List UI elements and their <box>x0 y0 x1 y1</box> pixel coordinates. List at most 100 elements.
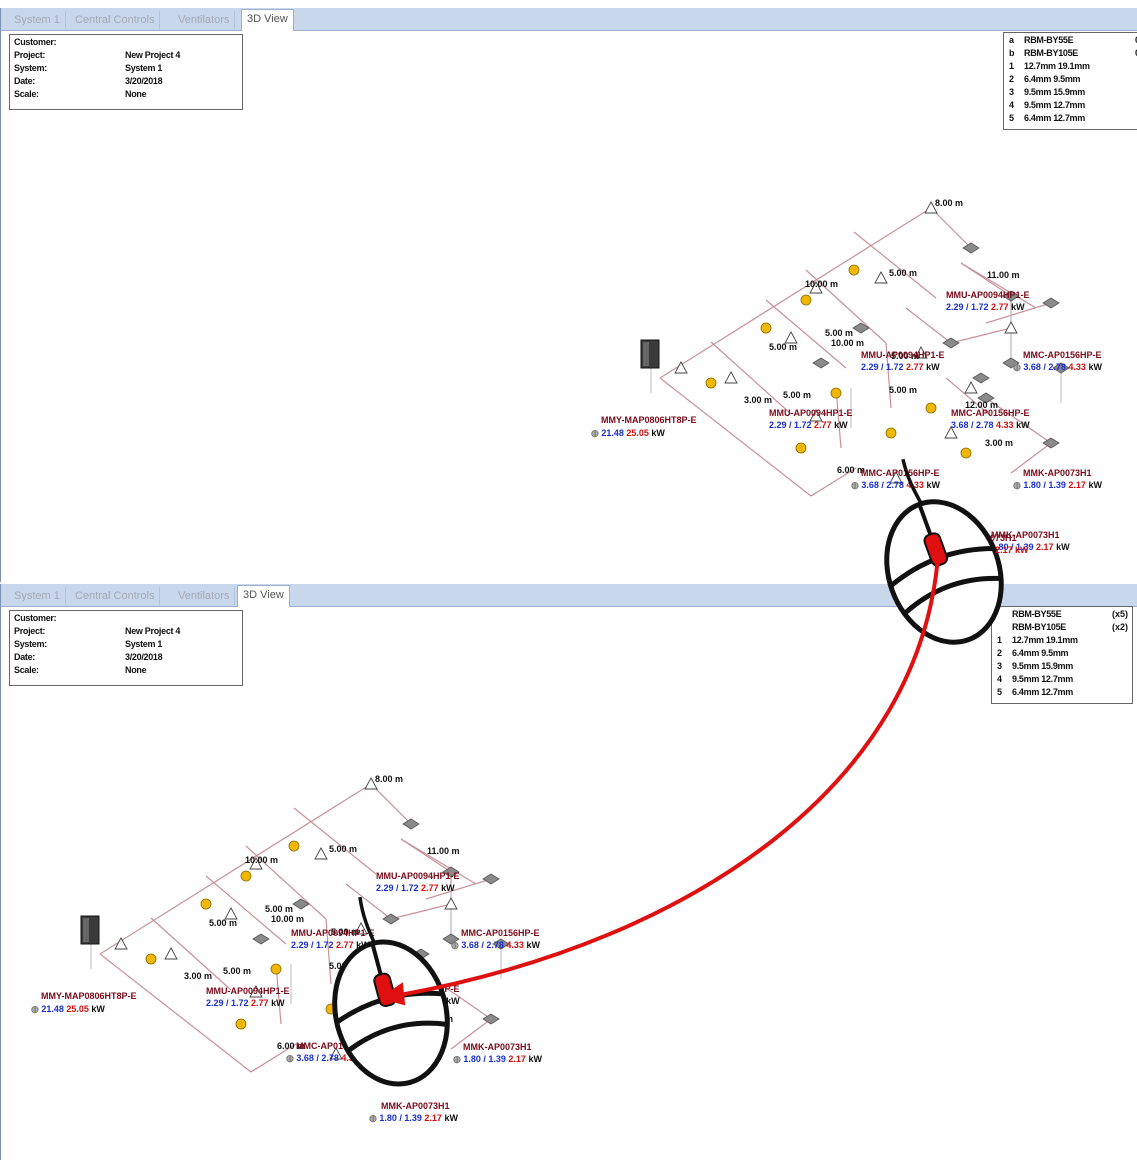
indoor-unit-icon <box>482 873 500 885</box>
indoor-unit-name: MMC-AP0156HP-E <box>1023 350 1102 360</box>
branch-joint-icon <box>365 978 377 990</box>
refrigerant-pipe <box>930 207 972 249</box>
distance-label: 3.00 m <box>744 395 772 405</box>
view-panel-bottom[interactable]: System 1 Central Controls Ventilators 3D… <box>0 584 1137 1160</box>
indoor-unit-icon <box>402 818 420 830</box>
distance-label: 5.00 m <box>265 904 293 914</box>
indoor-unit-icon <box>962 242 980 254</box>
distance-label: 10.00 m <box>245 855 278 865</box>
refrigerant-pipe <box>950 327 1012 344</box>
piping-diagram[interactable]: 8.00 m5.00 m10.00 m11.00 m5.00 m5.00 m 10… <box>1 8 1137 582</box>
piping-network: 8.00 m5.00 m10.00 m11.00 m5.00 m5.00 m 10… <box>591 198 1102 552</box>
branch-joint-icon <box>800 294 812 306</box>
warning-triangle-icon <box>164 947 178 960</box>
distance-label: 5.00 m <box>223 966 251 976</box>
indoor-unit-name: MMC-AP0156HP-E <box>861 468 940 478</box>
warning-triangle-icon <box>874 271 888 284</box>
indoor-unit-name: MMC-AP0156HP-E <box>381 984 460 994</box>
indoor-unit-values: 2.29 / 1.72 2.77 kW <box>291 940 370 950</box>
indoor-unit-values: 2.29 / 1.72 2.77 kW <box>861 362 940 372</box>
indoor-unit-values: 1.80 / 1.39 2.17 kW <box>991 542 1070 552</box>
distance-label: 5.00 m <box>889 385 917 395</box>
branch-joint-icon <box>145 953 157 965</box>
view-panel-top[interactable]: System 1 Central Controls Ventilators 3D… <box>0 8 1137 582</box>
indoor-unit-name: MMK-AP0073H1 <box>463 1042 532 1052</box>
branch-joint-icon <box>848 264 860 276</box>
indoor-unit-name: MMU-AP0094HP1-E <box>861 350 945 360</box>
indoor-unit-icon <box>972 372 990 384</box>
branch-joint-icon <box>200 898 212 910</box>
indoor-unit-icon <box>382 913 400 925</box>
indoor-unit-name: MMK-AP0073H1 <box>991 530 1060 540</box>
distance-label: 8.00 m <box>935 198 963 208</box>
branch-joint-icon <box>270 963 282 975</box>
distance-label: 5.00 m <box>769 342 797 352</box>
distance-label: 3.00 m <box>985 438 1013 448</box>
indoor-unit-values: ◍ 3.68 / 2.78 4.33 kW <box>286 1053 375 1063</box>
indoor-unit-name: MMU-AP0094HP1-E <box>291 928 375 938</box>
distance-label: 10.00 m <box>271 914 304 924</box>
branch-joint-icon <box>830 387 842 399</box>
branch-joint-icon <box>925 402 937 414</box>
indoor-unit-values: 2.29 / 1.72 2.77 kW <box>769 420 848 430</box>
refrigerant-pipe <box>390 903 452 920</box>
indoor-unit-icon <box>252 933 270 945</box>
indoor-unit-icon <box>1042 297 1060 309</box>
branch-joint-icon <box>288 840 300 852</box>
distance-label: 3.00 m <box>184 971 212 981</box>
branch-joint-icon <box>240 870 252 882</box>
indoor-unit-name: MMC-AP0156HP-E <box>951 408 1030 418</box>
indoor-unit-values: 2.29 / 1.72 2.77 kW <box>946 302 1025 312</box>
refrigerant-pipe <box>293 807 377 875</box>
indoor-unit-icon <box>812 357 830 369</box>
piping-network: 8.00 m5.00 m10.00 m11.00 m5.00 m5.00 m 10… <box>31 774 542 1123</box>
warning-triangle-icon <box>964 381 978 394</box>
indoor-unit-name: MMK-AP0073H1 <box>1023 468 1092 478</box>
indoor-unit-icon <box>412 948 430 960</box>
distance-label: 11.00 m <box>427 846 460 856</box>
distance-label: 5.00 m <box>329 961 357 971</box>
branch-joint-icon <box>705 377 717 389</box>
indoor-unit-icon <box>942 337 960 349</box>
branch-joint-icon <box>885 427 897 439</box>
branch-joint-icon <box>795 442 807 454</box>
indoor-unit-name: MMK-AP0073H1 <box>381 1101 450 1111</box>
refrigerant-pipe <box>370 783 412 825</box>
distance-label: 8.00 m <box>375 774 403 784</box>
outdoor-unit-icon <box>643 342 649 366</box>
branch-joint-icon <box>960 447 972 459</box>
distance-label: 10.00 m <box>805 279 838 289</box>
warning-triangle-icon <box>1004 321 1018 334</box>
branch-joint-icon <box>325 1003 337 1015</box>
distance-label: 5.00 m <box>889 268 917 278</box>
refrigerant-pipe <box>853 231 937 299</box>
indoor-unit-values: 2.29 / 1.72 2.77 kW <box>206 998 285 1008</box>
indoor-unit-name: MMU-AP0094HP1-E <box>769 408 853 418</box>
branch-joint-icon <box>760 322 772 334</box>
indoor-unit-values: ◍ 1.80 / 1.39 2.17 kW <box>1013 480 1102 490</box>
distance-label: 10.00 m <box>831 338 864 348</box>
distance-label: 5.00 m <box>825 328 853 338</box>
indoor-unit-values: 2.29 / 1.72 2.77 kW <box>376 883 455 893</box>
indoor-unit-values: ◍ 3.68 / 2.78 4.33 kW <box>1013 362 1102 372</box>
piping-diagram[interactable]: 8.00 m5.00 m10.00 m11.00 m5.00 m5.00 m 10… <box>1 584 1137 1160</box>
warning-triangle-icon <box>404 957 418 970</box>
distance-label: 11.00 m <box>987 270 1020 280</box>
branch-joint-icon <box>235 1018 247 1030</box>
outdoor-unit-values: ◍ 21.48 25.05 kW <box>591 428 665 438</box>
distance-label: 5.00 m <box>209 918 237 928</box>
refrigerant-pipe <box>905 307 952 344</box>
indoor-unit-name: MMU-AP0094HP1-E <box>376 871 460 881</box>
indoor-unit-name: MMC-AP0156HP-E <box>296 1041 375 1051</box>
outdoor-unit-values: ◍ 21.48 25.05 kW <box>31 1004 105 1014</box>
outdoor-unit-name: MMY-MAP0806HT8P-E <box>41 991 137 1001</box>
outdoor-unit-name: MMY-MAP0806HT8P-E <box>601 415 697 425</box>
indoor-unit-values: ◍ 1.80 / 1.39 2.17 kW <box>453 1054 542 1064</box>
warning-triangle-icon <box>444 897 458 910</box>
branch-joint-icon <box>400 1023 412 1035</box>
top-margin <box>0 0 1137 8</box>
warning-triangle-icon <box>314 847 328 860</box>
indoor-unit-values: ◍ 3.68 / 2.78 4.33 kW <box>851 480 940 490</box>
indoor-unit-values: 3.68 / 2.78 4.33 kW <box>381 996 460 1006</box>
distance-label: 3.00 m <box>425 1014 453 1024</box>
